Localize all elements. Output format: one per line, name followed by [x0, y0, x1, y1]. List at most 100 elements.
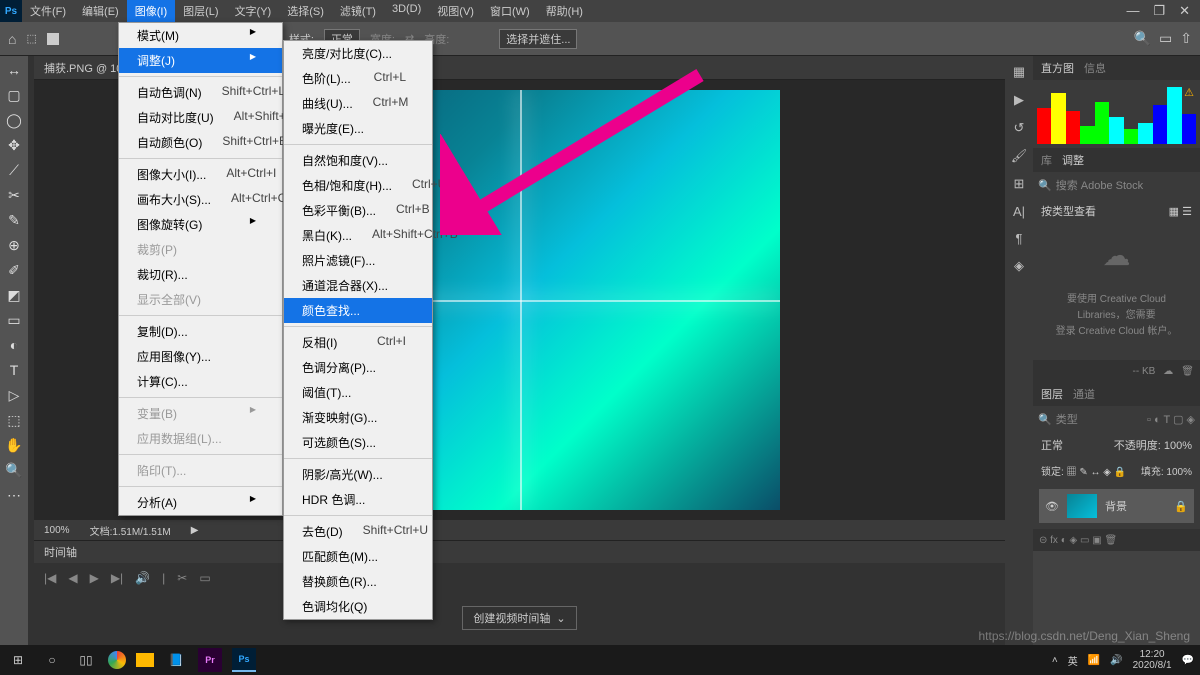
prev-frame-icon[interactable]: ◀: [68, 571, 77, 585]
menu-item[interactable]: 裁剪(P): [119, 237, 282, 262]
wifi-icon[interactable]: 📶: [1088, 655, 1100, 666]
menu-item[interactable]: 色调分离(P)...: [284, 355, 432, 380]
tool-15[interactable]: ✋: [4, 435, 24, 455]
layer-row[interactable]: 👁 背景 🔒: [1039, 489, 1194, 523]
menu-item[interactable]: 自动色调(N)Shift+Ctrl+L: [119, 80, 282, 105]
menu-item[interactable]: 应用图像(Y)...: [119, 344, 282, 369]
menu-item[interactable]: 陷印(T)...: [119, 458, 282, 483]
menu-item[interactable]: 替换颜色(R)...: [284, 569, 432, 594]
channels-tab[interactable]: 通道: [1073, 386, 1095, 402]
menu-item[interactable]: 色相/饱和度(H)...Ctrl+U: [284, 173, 432, 198]
menu-item[interactable]: 色阶(L)...Ctrl+L: [284, 66, 432, 91]
fill-value[interactable]: 100%: [1166, 467, 1192, 478]
goto-start-icon[interactable]: |◀: [44, 571, 56, 585]
search-icon[interactable]: ○: [40, 648, 64, 672]
tool-17[interactable]: ⋯: [4, 485, 24, 505]
menu-0[interactable]: 文件(F): [22, 0, 74, 22]
tool-1[interactable]: ▢: [4, 85, 24, 105]
grid-icon[interactable]: ▦: [1169, 206, 1179, 218]
volume-icon[interactable]: 🔊: [1110, 655, 1122, 666]
menu-item[interactable]: 自然饱和度(V)...: [284, 148, 432, 173]
menu-item[interactable]: 复制(D)...: [119, 319, 282, 344]
menu-item[interactable]: 模式(M): [119, 23, 282, 48]
menu-item[interactable]: 颜色查找...: [284, 298, 432, 323]
menu-item[interactable]: 裁切(R)...: [119, 262, 282, 287]
list-icon[interactable]: ☰: [1182, 206, 1192, 218]
tool-2[interactable]: ◯: [4, 110, 24, 130]
cloud-icon[interactable]: ☁: [1163, 366, 1173, 377]
tool-4[interactable]: ⟋: [4, 160, 24, 180]
menu-item[interactable]: 反相(I)Ctrl+I: [284, 330, 432, 355]
menu-5[interactable]: 选择(S): [279, 0, 332, 22]
tool-11[interactable]: ◐: [4, 335, 24, 355]
marquee-icon[interactable]: ⬚: [26, 32, 36, 45]
menu-1[interactable]: 编辑(E): [74, 0, 127, 22]
menu-8[interactable]: 视图(V): [429, 0, 482, 22]
start-icon[interactable]: ⊞: [6, 648, 30, 672]
menu-10[interactable]: 帮助(H): [538, 0, 591, 22]
search-icon[interactable]: 🔍: [1134, 30, 1151, 47]
library-tab[interactable]: 库: [1041, 152, 1052, 168]
audio-icon[interactable]: 🔊: [135, 571, 150, 585]
minimize-icon[interactable]: —: [1126, 3, 1139, 19]
lock-icon[interactable]: 🔒: [1174, 500, 1188, 513]
timeline-tab[interactable]: 时间轴: [34, 541, 1005, 563]
menu-item[interactable]: 曲线(U)...Ctrl+M: [284, 91, 432, 116]
brush-icon[interactable]: 🖌: [1011, 148, 1028, 164]
tool-12[interactable]: T: [4, 360, 24, 380]
menu-item[interactable]: 可选颜色(S)...: [284, 430, 432, 455]
menu-item[interactable]: 色彩平衡(B)...Ctrl+B: [284, 198, 432, 223]
menu-item[interactable]: 自动对比度(U)Alt+Shift+Ctrl+L: [119, 105, 282, 130]
view-by-type[interactable]: 按类型查看: [1041, 203, 1096, 219]
menu-item[interactable]: 变量(B): [119, 401, 282, 426]
menu-item[interactable]: 渐变映射(G)...: [284, 405, 432, 430]
menu-item[interactable]: 去色(D)Shift+Ctrl+U: [284, 519, 432, 544]
tool-14[interactable]: ⬚: [4, 410, 24, 430]
blend-mode[interactable]: 正常: [1041, 437, 1063, 453]
create-timeline-button[interactable]: 创建视频时间轴⌄: [462, 606, 576, 630]
tool-0[interactable]: ↔: [4, 60, 24, 80]
visibility-icon[interactable]: 👁: [1045, 500, 1059, 513]
menu-item[interactable]: 显示全部(V): [119, 287, 282, 312]
menu-item[interactable]: 亮度/对比度(C)...: [284, 41, 432, 66]
notification-icon[interactable]: 💬: [1182, 655, 1194, 666]
zoom-level[interactable]: 100%: [44, 525, 70, 536]
tool-10[interactable]: ▭: [4, 310, 24, 330]
menu-3[interactable]: 图层(L): [175, 0, 226, 22]
tool-13[interactable]: ▷: [4, 385, 24, 405]
workspace-icon[interactable]: ▭: [1159, 30, 1172, 47]
menu-2[interactable]: 图像(I): [127, 0, 175, 22]
history-icon[interactable]: ↺: [1014, 120, 1025, 136]
layers-tab[interactable]: 图层: [1041, 386, 1063, 402]
menu-item[interactable]: 色调均化(Q): [284, 594, 432, 619]
para-icon[interactable]: ¶: [1016, 231, 1023, 246]
menu-item[interactable]: 应用数据组(L)...: [119, 426, 282, 451]
menu-item[interactable]: 匹配颜色(M)...: [284, 544, 432, 569]
ime-icon[interactable]: 英: [1068, 653, 1078, 668]
tray-up-icon[interactable]: ˄: [1052, 655, 1058, 666]
tool-5[interactable]: ✂: [4, 185, 24, 205]
cut-icon[interactable]: ✂: [177, 571, 187, 585]
explorer-icon[interactable]: [136, 653, 154, 667]
gallery-icon[interactable]: ▦: [1013, 64, 1025, 80]
square-icon[interactable]: [47, 33, 59, 45]
menu-item[interactable]: 图像大小(I)...Alt+Ctrl+I: [119, 162, 282, 187]
adjustments-tab[interactable]: 调整: [1062, 152, 1084, 168]
maximize-icon[interactable]: ❐: [1153, 3, 1165, 19]
tool-6[interactable]: ✎: [4, 210, 24, 230]
menu-4[interactable]: 文字(Y): [227, 0, 280, 22]
clone-icon[interactable]: ⊞: [1014, 176, 1025, 192]
tool-7[interactable]: ⊕: [4, 235, 24, 255]
tool-8[interactable]: ✐: [4, 260, 24, 280]
menu-item[interactable]: HDR 色调...: [284, 487, 432, 512]
transition-icon[interactable]: ▭: [199, 571, 210, 585]
menu-item[interactable]: 阈值(T)...: [284, 380, 432, 405]
premiere-icon[interactable]: Pr: [198, 648, 222, 672]
menu-item[interactable]: 黑白(K)...Alt+Shift+Ctrl+B: [284, 223, 432, 248]
share-icon[interactable]: ⇧: [1180, 30, 1192, 47]
menu-item[interactable]: 图像旋转(G): [119, 212, 282, 237]
histogram-tab[interactable]: 直方图: [1041, 60, 1074, 76]
menu-9[interactable]: 窗口(W): [482, 0, 538, 22]
stock-search[interactable]: 搜索 Adobe Stock: [1056, 177, 1143, 193]
menu-7[interactable]: 3D(D): [384, 0, 429, 22]
